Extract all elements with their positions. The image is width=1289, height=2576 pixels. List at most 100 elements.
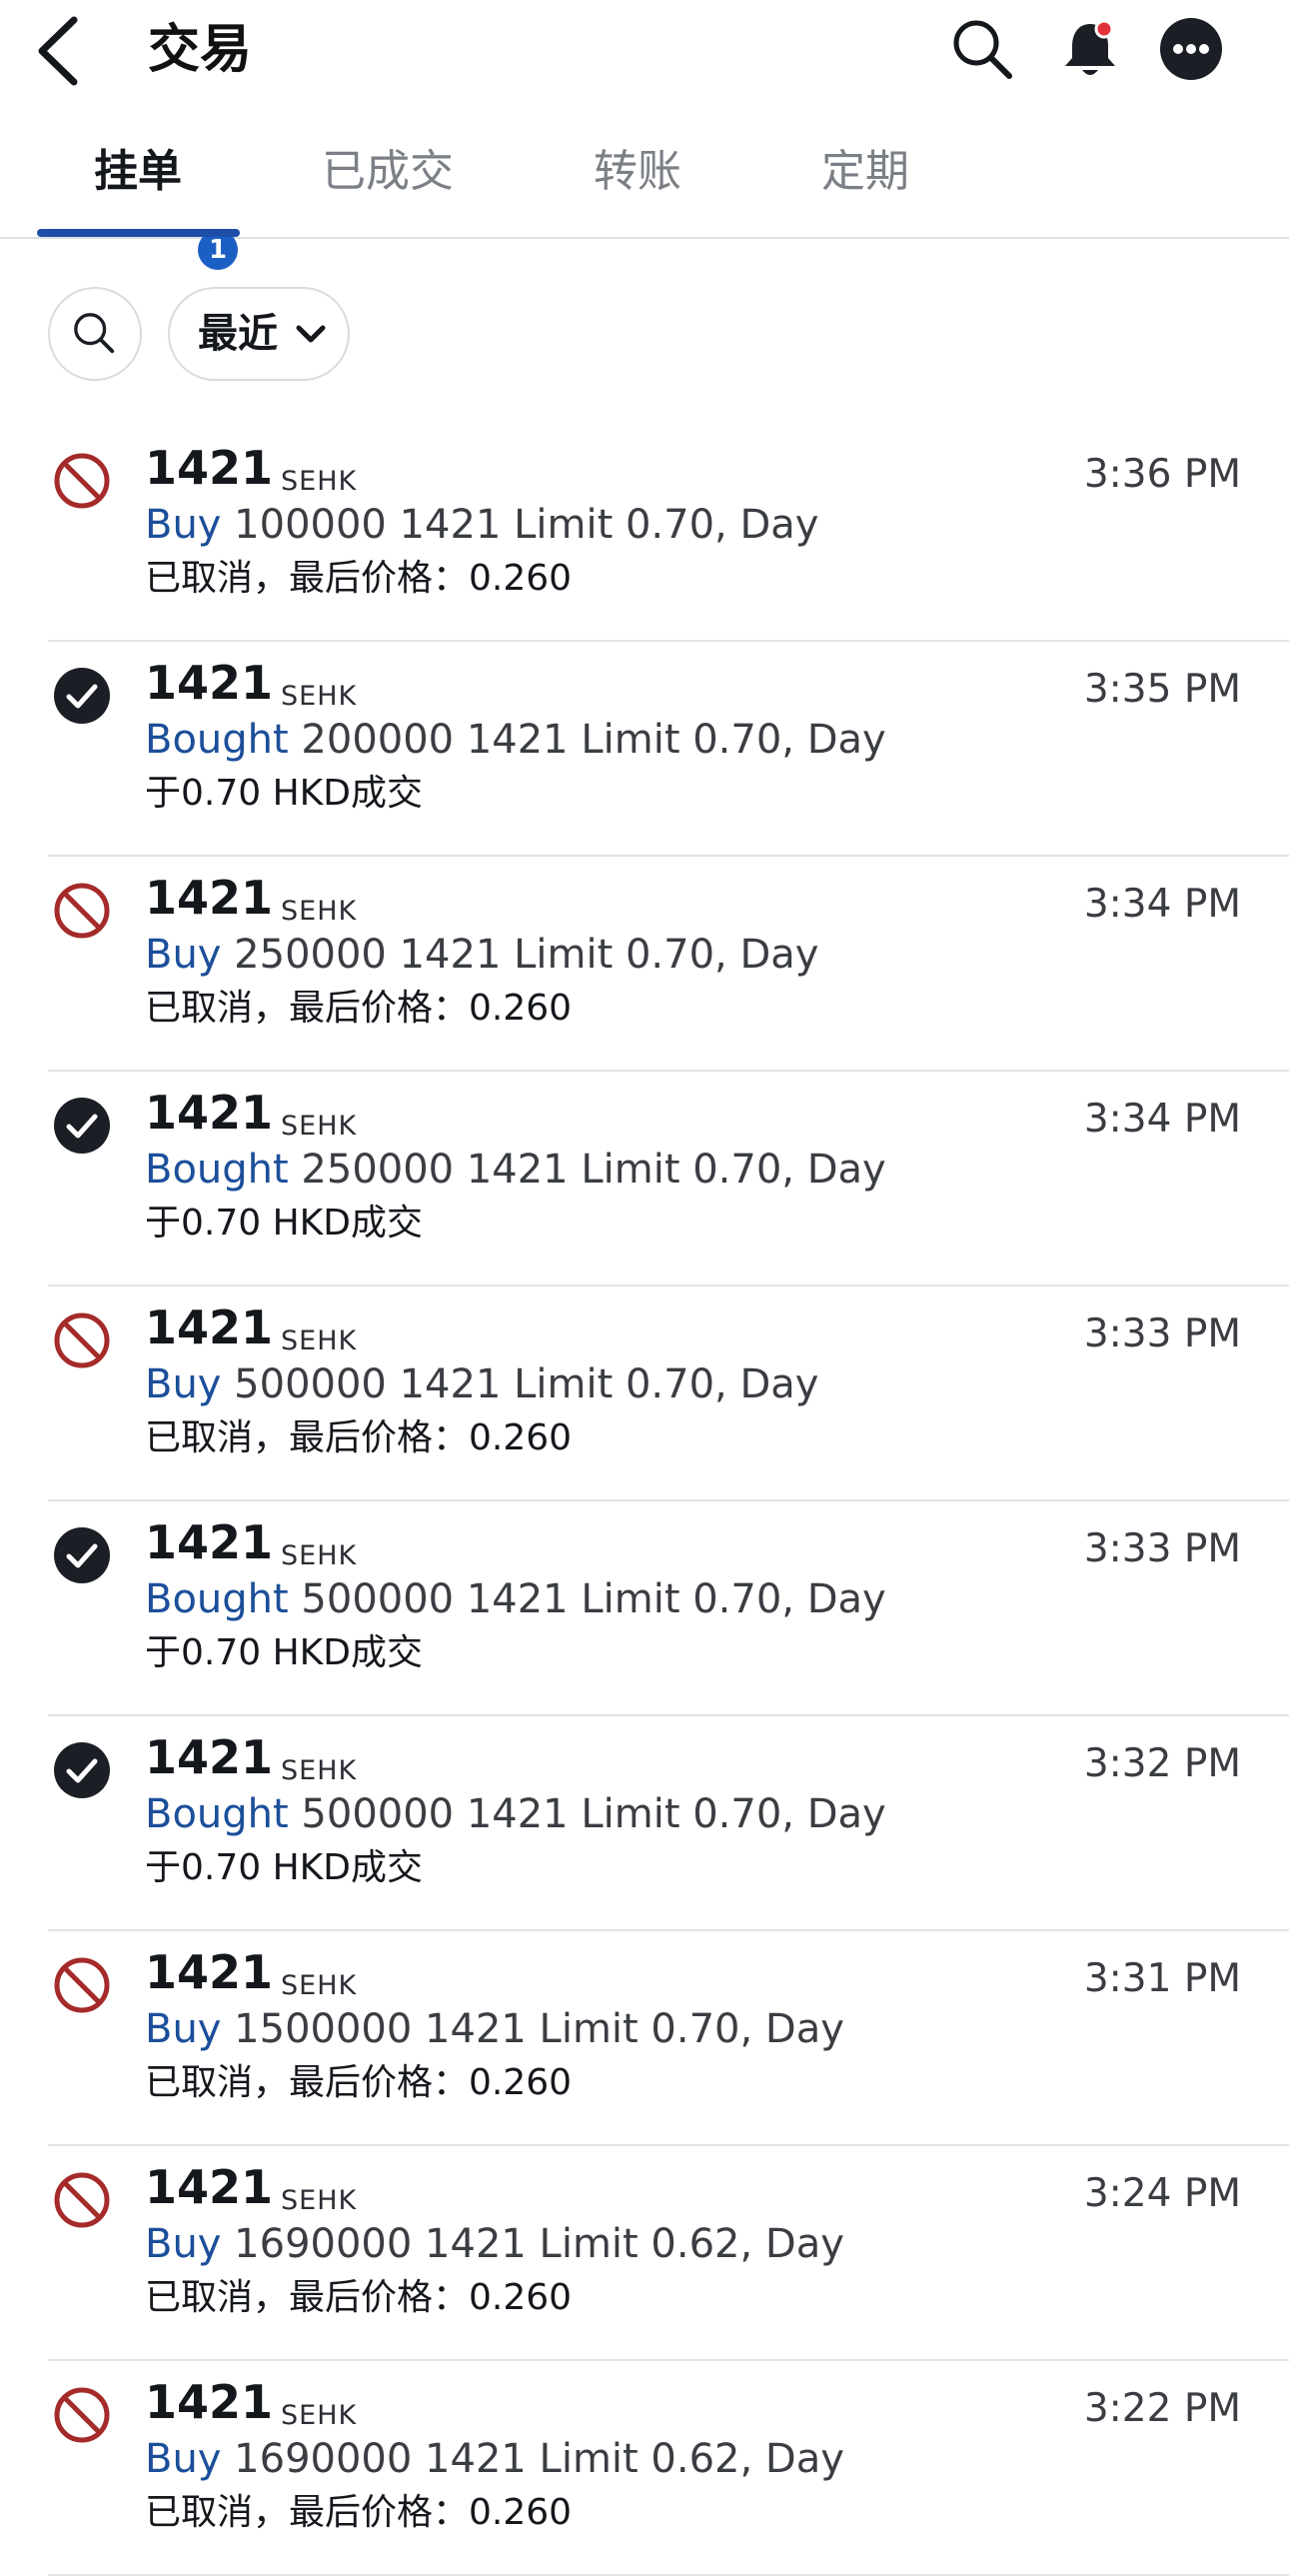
order-time: 3:32 PM [1083, 1741, 1241, 1786]
order-status-note: 已取消，最后价格：0.260 [145, 558, 573, 599]
order-action: Buy [145, 2221, 222, 2267]
order-action: Bought [145, 717, 289, 763]
prohibited-icon [53, 1956, 111, 2014]
order-details: 500000 1421 Limit 0.70, Day [221, 1361, 819, 1407]
order-details: 1690000 1421 Limit 0.62, Day [221, 2436, 844, 2482]
order-status-note: 于0.70 HKD成交 [145, 773, 423, 814]
order-action: Buy [145, 932, 222, 978]
order-symbol: 1421 [145, 1515, 274, 1569]
order-status-note: 于0.70 HKD成交 [145, 1203, 423, 1244]
order-description: Buy 500000 1421 Limit 0.70, Day [145, 1358, 818, 1410]
order-details: 250000 1421 Limit 0.70, Day [288, 1147, 886, 1193]
check-circle-icon [53, 1741, 111, 1799]
order-description: Buy 250000 1421 Limit 0.70, Day [145, 929, 818, 981]
order-description: Bought 200000 1421 Limit 0.70, Day [145, 714, 886, 766]
tab-fixed-term[interactable]: 定期 [821, 143, 909, 201]
order-row[interactable]: 1421 SEHK 3:34 PM Bought 250000 1421 Limit … [48, 1072, 1289, 1287]
filter-bar: 最近 [0, 237, 1289, 402]
order-search-button[interactable] [48, 287, 142, 381]
order-description: Buy 100000 1421 Limit 0.70, Day [145, 499, 818, 551]
order-exchange: SEHK [281, 1111, 358, 1142]
order-description: Buy 1690000 1421 Limit 0.62, Day [145, 2218, 844, 2270]
order-row[interactable]: 1421 SEHK 3:22 PM Buy 1690000 1421 Limit 0.… [48, 2361, 1289, 2576]
order-description: Buy 1500000 1421 Limit 0.70, Day [145, 2003, 844, 2055]
check-circle-icon [53, 1097, 111, 1155]
check-circle-icon [53, 667, 111, 725]
order-row[interactable]: 1421 SEHK 3:33 PM Bought 500000 1421 Limit … [48, 1501, 1289, 1716]
page-title: 交易 [148, 20, 253, 80]
order-details: 100000 1421 Limit 0.70, Day [221, 502, 819, 548]
prohibited-icon [53, 2386, 111, 2444]
order-row[interactable]: 1421 SEHK 3:34 PM Buy 250000 1421 Limit 0.7… [48, 857, 1289, 1072]
bell-icon[interactable] [1057, 16, 1123, 82]
order-action: Bought [145, 1576, 289, 1622]
order-time: 3:33 PM [1083, 1311, 1241, 1356]
order-exchange: SEHK [281, 1755, 358, 1786]
tab-bar: 挂单 1 已成交 转账 定期 [0, 105, 1289, 270]
active-tab-indicator [37, 229, 240, 237]
order-time: 3:34 PM [1083, 882, 1241, 927]
order-exchange: SEHK [281, 1970, 358, 2001]
order-exchange: SEHK [281, 1540, 358, 1571]
order-row[interactable]: 1421 SEHK 3:33 PM Buy 500000 1421 Limit 0.7… [48, 1287, 1289, 1501]
order-time: 3:36 PM [1083, 452, 1241, 497]
order-action: Buy [145, 502, 222, 548]
order-details: 1690000 1421 Limit 0.62, Day [221, 2221, 844, 2267]
order-status-note: 已取消，最后价格：0.260 [145, 2062, 573, 2103]
order-exchange: SEHK [281, 681, 358, 712]
order-status-note: 已取消，最后价格：0.260 [145, 988, 573, 1029]
order-description: Buy 1690000 1421 Limit 0.62, Day [145, 2433, 844, 2485]
order-exchange: SEHK [281, 1325, 358, 1356]
order-action: Buy [145, 1361, 222, 1407]
period-filter-label: 最近 [198, 311, 278, 357]
prohibited-icon [53, 882, 111, 940]
order-symbol: 1421 [145, 871, 274, 925]
order-time: 3:24 PM [1083, 2171, 1241, 2216]
search-icon[interactable] [949, 16, 1015, 82]
top-app-bar: 交易 [0, 0, 1289, 105]
back-chevron-icon[interactable] [30, 14, 90, 88]
order-symbol: 1421 [145, 1945, 274, 1999]
order-action: Bought [145, 1147, 289, 1193]
order-row[interactable]: 1421 SEHK 3:31 PM Buy 1500000 1421 Limit 0.… [48, 1931, 1289, 2146]
order-symbol: 1421 [145, 441, 274, 495]
order-details: 1500000 1421 Limit 0.70, Day [221, 2006, 844, 2052]
order-status-note: 已取消，最后价格：0.260 [145, 2277, 573, 2318]
order-details: 500000 1421 Limit 0.70, Day [288, 1791, 886, 1837]
order-row[interactable]: 1421 SEHK 3:24 PM Buy 1690000 1421 Limit 0.… [48, 2146, 1289, 2361]
chevron-down-icon [296, 325, 326, 343]
more-options-button[interactable] [1160, 18, 1222, 80]
order-symbol: 1421 [145, 2375, 274, 2429]
tab-transfers[interactable]: 转账 [594, 143, 681, 201]
check-circle-icon [53, 1526, 111, 1584]
order-list: 1421 SEHK 3:36 PM Buy 100000 1421 Limit 0.7… [0, 427, 1289, 2576]
order-description: Bought 500000 1421 Limit 0.70, Day [145, 1573, 886, 1625]
order-action: Buy [145, 2436, 222, 2482]
order-row[interactable]: 1421 SEHK 3:32 PM Bought 500000 1421 Limit … [48, 1716, 1289, 1931]
tab-filled[interactable]: 已成交 [322, 143, 454, 201]
order-status-note: 已取消，最后价格：0.260 [145, 2492, 573, 2533]
order-details: 500000 1421 Limit 0.70, Day [288, 1576, 886, 1622]
order-status-note: 于0.70 HKD成交 [145, 1632, 423, 1673]
order-status-note: 于0.70 HKD成交 [145, 1847, 423, 1888]
order-symbol: 1421 [145, 1086, 274, 1140]
prohibited-icon [53, 2171, 111, 2229]
order-symbol: 1421 [145, 656, 274, 710]
order-status-note: 已取消，最后价格：0.260 [145, 1417, 573, 1458]
order-action: Bought [145, 1791, 289, 1837]
order-exchange: SEHK [281, 466, 358, 497]
order-exchange: SEHK [281, 896, 358, 927]
order-description: Bought 500000 1421 Limit 0.70, Day [145, 1788, 886, 1840]
order-exchange: SEHK [281, 2400, 358, 2431]
order-row[interactable]: 1421 SEHK 3:36 PM Buy 100000 1421 Limit 0.7… [48, 427, 1289, 642]
prohibited-icon [53, 452, 111, 510]
order-symbol: 1421 [145, 2160, 274, 2214]
period-filter-dropdown[interactable]: 最近 [168, 287, 350, 381]
order-time: 3:22 PM [1083, 2386, 1241, 2431]
order-symbol: 1421 [145, 1730, 274, 1784]
tab-pending-orders[interactable]: 挂单 [94, 143, 182, 201]
order-row[interactable]: 1421 SEHK 3:35 PM Bought 200000 1421 Limit … [48, 642, 1289, 857]
prohibited-icon [53, 1311, 111, 1369]
order-symbol: 1421 [145, 1300, 274, 1354]
search-icon [74, 313, 115, 354]
